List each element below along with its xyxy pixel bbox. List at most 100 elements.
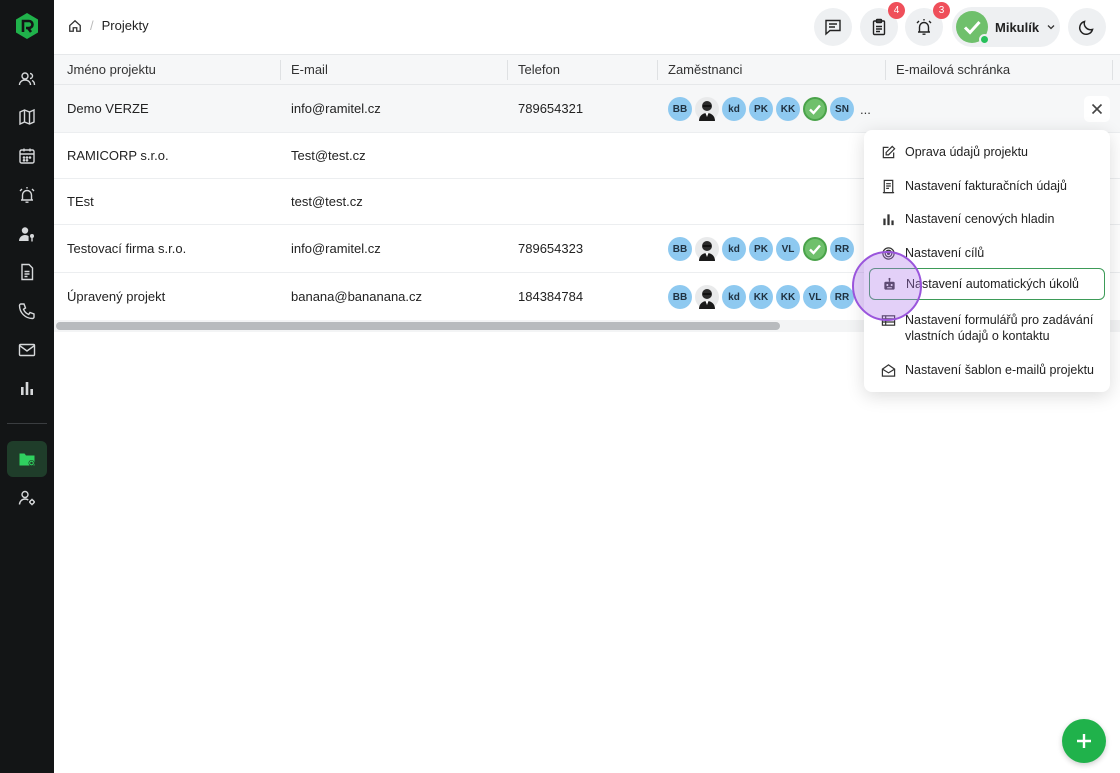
project-phone: 789654321 <box>518 101 584 116</box>
alarm-icon <box>19 187 35 203</box>
table-row[interactable]: Demo VERZE info@ramitel.cz 789654321 BB … <box>54 85 1120 133</box>
sidebar-item-documents[interactable] <box>7 254 47 290</box>
alerts-button[interactable]: 3 <box>905 2 950 46</box>
sidebar-item-user-settings[interactable] <box>7 480 47 516</box>
add-project-button[interactable] <box>1062 719 1106 763</box>
column-header-mailbox[interactable]: E-mailová schránka <box>896 62 1010 77</box>
project-email: test@test.cz <box>291 194 363 209</box>
project-name: Úpravený projekt <box>67 289 166 304</box>
home-icon[interactable] <box>68 19 82 33</box>
column-divider[interactable] <box>1112 60 1113 80</box>
staff-avatar-photo <box>695 285 719 309</box>
breadcrumb-separator: / <box>90 18 94 33</box>
staff-avatar-check <box>803 237 827 261</box>
table-header: Jméno projektu E-mail Telefon Zaměstnanc… <box>54 54 1120 85</box>
horizontal-scrollbar[interactable] <box>56 322 780 330</box>
staff-avatar: SN <box>830 97 854 121</box>
sidebar-item-projects[interactable] <box>7 441 47 477</box>
column-divider[interactable] <box>280 60 281 80</box>
project-email: info@ramitel.cz <box>291 101 381 116</box>
staff-avatar: VL <box>803 285 827 309</box>
menu-item-label: Nastavení cenových hladin <box>905 212 1055 226</box>
menu-item-label: Nastavení formulářů pro zadávání vlastní… <box>905 313 1094 343</box>
user-menu[interactable]: Mikulík <box>952 7 1060 47</box>
sidebar-item-calendar[interactable] <box>7 138 47 174</box>
project-name: Testovací firma s.r.o. <box>67 241 187 256</box>
project-email: Test@test.cz <box>291 148 366 163</box>
staff-avatar-photo <box>695 97 719 121</box>
alarm-bell-icon <box>916 19 932 35</box>
messages-button[interactable] <box>814 8 852 46</box>
staff-avatar-photo <box>695 237 719 261</box>
menu-item-price-levels[interactable]: Nastavení cenových hladin <box>869 211 1105 227</box>
staff-avatar: PK <box>749 237 773 261</box>
calendar-icon <box>19 148 35 164</box>
folder-settings-icon <box>19 453 35 466</box>
staff-avatar: BB <box>668 237 692 261</box>
sidebar-item-alarms[interactable] <box>7 177 47 213</box>
menu-item-edit-project[interactable]: Oprava údajů projektu <box>869 144 1105 160</box>
staff-avatars: BB kd PK KK SN ... <box>668 97 871 121</box>
project-phone: 184384784 <box>518 289 584 304</box>
user-settings-icon <box>18 490 35 506</box>
project-name: RAMICORP s.r.o. <box>67 148 169 163</box>
staff-avatar: PK <box>749 97 773 121</box>
staff-avatars: BB kd KK KK VL RR <box>668 285 854 309</box>
staff-avatar-check <box>803 97 827 121</box>
bar-chart-icon <box>21 382 33 395</box>
staff-avatar: KK <box>749 285 773 309</box>
sidebar-item-contacts[interactable] <box>7 61 47 97</box>
project-email: info@ramitel.cz <box>291 241 381 256</box>
column-header-email[interactable]: E-mail <box>291 62 328 77</box>
staff-avatar: KK <box>776 285 800 309</box>
chevron-down-icon <box>1047 25 1055 30</box>
staff-avatar: VL <box>776 237 800 261</box>
menu-item-contact-forms[interactable]: Nastavení formulářů pro zadávání vlastní… <box>869 312 1105 344</box>
sidebar-item-mail[interactable] <box>7 332 47 368</box>
user-name: Mikulík <box>995 19 1040 35</box>
sidebar-item-statistics[interactable] <box>7 370 47 406</box>
staff-avatars: BB kd PK VL RR <box>668 237 854 261</box>
column-header-name[interactable]: Jméno projektu <box>67 62 156 77</box>
project-email: banana@bananana.cz <box>291 289 423 304</box>
column-header-staff[interactable]: Zaměstnanci <box>668 62 742 77</box>
menu-item-label: Oprava údajů projektu <box>905 145 1028 159</box>
project-name: Demo VERZE <box>67 101 149 116</box>
document-icon <box>21 263 34 281</box>
staff-avatar: BB <box>668 285 692 309</box>
staff-avatar: kd <box>722 285 746 309</box>
sidebar-item-calls[interactable] <box>7 293 47 329</box>
check-icon <box>809 104 821 115</box>
column-divider[interactable] <box>885 60 886 80</box>
envelope-open-icon <box>881 364 896 377</box>
phone-icon <box>18 303 35 320</box>
user-key-icon <box>19 227 34 242</box>
person-photo-icon <box>699 289 715 309</box>
column-divider[interactable] <box>507 60 508 80</box>
project-name: TEst <box>67 194 94 209</box>
menu-item-label: Nastavení cílů <box>905 246 985 260</box>
tasks-badge: 4 <box>888 2 905 19</box>
column-divider[interactable] <box>657 60 658 80</box>
mail-icon <box>18 343 36 357</box>
menu-item-label: Nastavení automatických úkolů <box>906 277 1080 291</box>
edit-icon <box>882 145 896 159</box>
column-header-phone[interactable]: Telefon <box>518 62 560 77</box>
check-icon <box>809 244 821 255</box>
sidebar-divider <box>7 423 47 424</box>
theme-toggle-button[interactable] <box>1068 8 1106 46</box>
invoice-icon <box>882 179 895 194</box>
app-logo[interactable] <box>14 12 40 40</box>
avatar <box>956 11 990 45</box>
breadcrumb-current[interactable]: Projekty <box>102 18 149 33</box>
menu-item-billing[interactable]: Nastavení fakturačních údajů <box>869 178 1105 194</box>
person-photo-icon <box>699 241 715 261</box>
top-bar: / Projekty 4 3 Mikulík <box>54 0 1120 54</box>
menu-item-email-templates[interactable]: Nastavení šablon e-mailů projektu <box>869 362 1105 378</box>
sidebar-item-map[interactable] <box>7 99 47 135</box>
sidebar-item-user-access[interactable] <box>7 216 47 252</box>
close-menu-button[interactable] <box>1084 96 1110 122</box>
sidebar <box>0 0 54 773</box>
tasks-button[interactable]: 4 <box>860 2 905 46</box>
alerts-badge: 3 <box>933 2 950 19</box>
